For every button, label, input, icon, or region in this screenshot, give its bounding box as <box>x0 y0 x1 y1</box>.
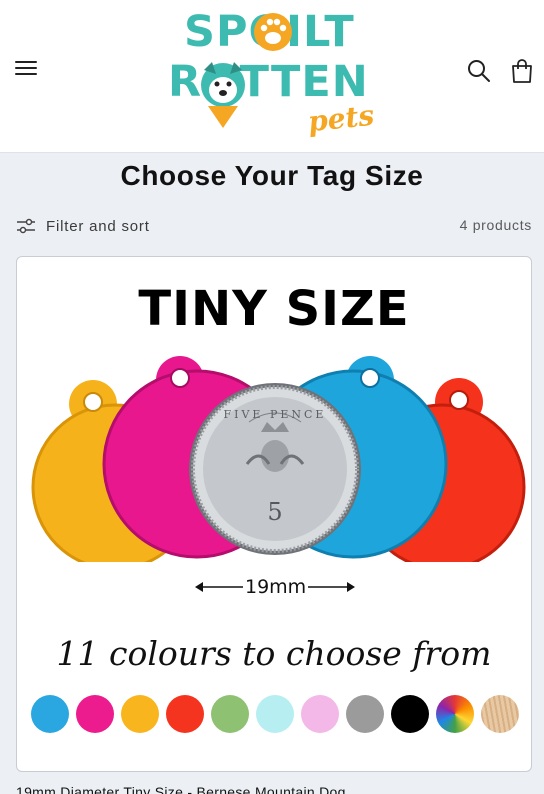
filter-and-sort-label: Filter and sort <box>46 217 150 235</box>
facets-bar: Filter and sort 4 products <box>16 212 532 240</box>
swatch-grey <box>346 695 384 733</box>
menu-icon[interactable] <box>14 58 38 82</box>
dog-icon <box>201 62 245 128</box>
swatch-light-blue <box>256 695 294 733</box>
page-title: Choose Your Tag Size <box>120 160 424 191</box>
product-count: 4 products <box>459 217 532 233</box>
five-pence-coin: FIVE PENCE 5 <box>189 383 361 555</box>
colours-caption: 11 colours to choose from <box>56 634 492 673</box>
swatch-yellow <box>121 695 159 733</box>
store-logo[interactable]: SPOILT ROTTEN pets <box>166 6 380 139</box>
paw-icon <box>254 13 292 51</box>
product-card-image[interactable]: TINY SIZE FIVE PENCE 5 19mm 11 colours t… <box>16 256 532 772</box>
tags-illustration: FIVE PENCE 5 <box>31 356 526 562</box>
swatch-blue <box>31 695 69 733</box>
swatch-black <box>391 695 429 733</box>
site-header: SPOILT ROTTEN pets <box>0 0 544 153</box>
filter-sliders-icon <box>17 218 35 234</box>
coin-value: 5 <box>267 498 282 526</box>
dimension-indicator: 19mm <box>193 575 357 599</box>
dimension-label: 19mm <box>243 575 309 599</box>
product-title-link[interactable]: 19mm Diameter Tiny Size - Bernese Mounta… <box>16 784 346 794</box>
swatch-red <box>166 695 204 733</box>
search-icon[interactable] <box>466 58 492 84</box>
swatch-light-pink <box>301 695 339 733</box>
swatch-rainbow <box>436 695 474 733</box>
colour-swatches <box>31 695 519 735</box>
coin-text: FIVE PENCE <box>224 408 327 421</box>
swatch-pink <box>76 695 114 733</box>
swatch-wood <box>481 695 519 733</box>
logo-line-3: pets <box>306 98 376 139</box>
swatch-green <box>211 695 249 733</box>
filter-and-sort-button[interactable]: Filter and sort <box>16 212 150 240</box>
cart-icon[interactable] <box>509 57 535 85</box>
image-heading: TINY SIZE <box>138 281 410 337</box>
